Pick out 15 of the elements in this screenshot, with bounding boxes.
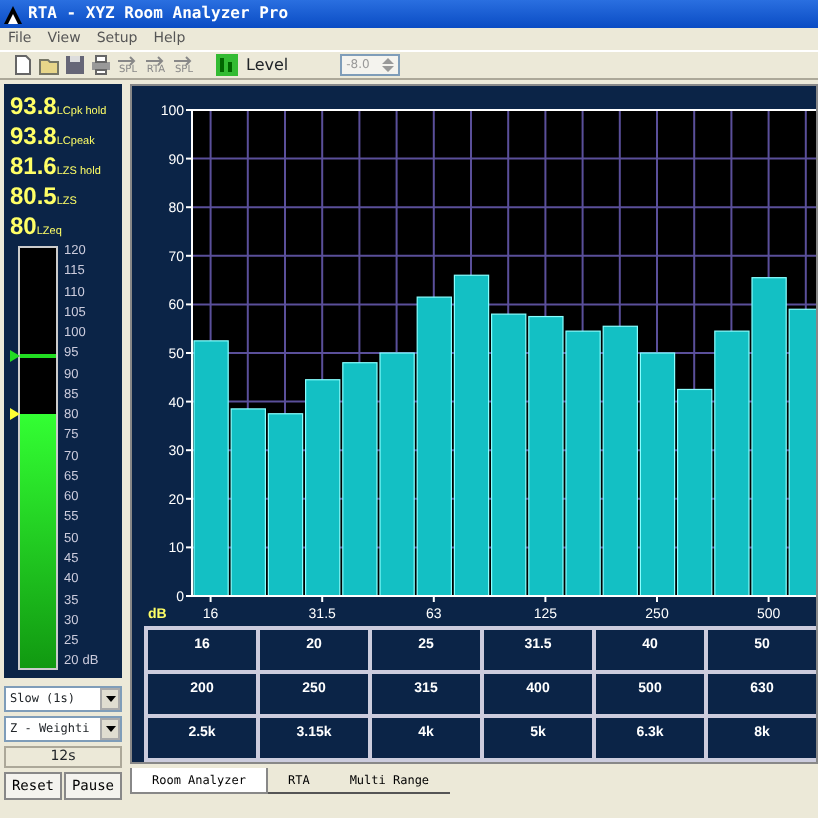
level-label: Level	[246, 53, 289, 77]
level-meter-icon[interactable]	[216, 54, 238, 76]
window-title: RTA - XYZ Room Analyzer Pro	[28, 2, 289, 26]
level-pointer-icon	[10, 407, 20, 420]
peak-pointer-icon	[10, 350, 20, 363]
reading-value: 93.8	[10, 120, 57, 154]
app-icon	[4, 5, 22, 23]
new-file-icon[interactable]	[12, 54, 34, 76]
print-icon[interactable]	[90, 54, 112, 76]
open-folder-icon[interactable]	[38, 54, 60, 76]
reading-value: 93.8	[10, 90, 57, 124]
save-icon[interactable]	[64, 54, 86, 76]
reading-value: 80	[10, 210, 37, 244]
reading-value: 81.6	[10, 150, 57, 184]
reading-value: 80.5	[10, 180, 57, 214]
